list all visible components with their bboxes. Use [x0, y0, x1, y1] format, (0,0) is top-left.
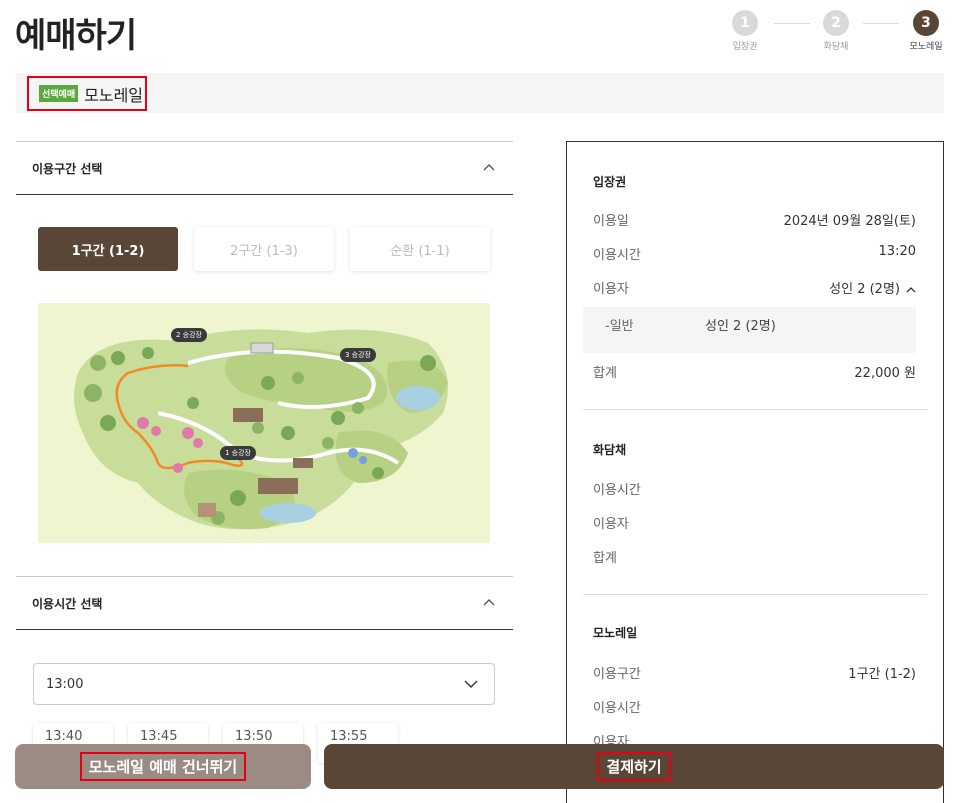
summary-sub-label: -일반	[605, 319, 634, 334]
summary-date-value: 2024년 09월 28일(토)	[783, 214, 916, 229]
pay-label: 결제하기	[597, 752, 671, 781]
time-section-header[interactable]: 이용시간 선택	[16, 576, 513, 630]
summary-hwadamchae-user-label: 이용자	[593, 517, 629, 532]
summary-monorail-time-label: 이용시간	[593, 701, 641, 716]
station-marker-1: 1 승강장	[220, 446, 256, 460]
step-hwadamchae: 2 화담채	[806, 10, 866, 52]
step-label: 모노레일	[909, 42, 943, 52]
summary-user-label: 이용자	[593, 282, 629, 297]
summary-monorail-route-label: 이용구간	[593, 667, 641, 682]
summary-hwadamchae-total-label: 합계	[593, 551, 617, 566]
summary-hwadamchae-time-label: 이용시간	[593, 483, 641, 498]
page-title: 예매하기	[15, 16, 137, 56]
map-illustration	[74, 329, 448, 530]
station-marker-3: 3 승강장	[340, 348, 376, 362]
zone-button-1[interactable]: 1구간 (1-2)	[38, 227, 178, 271]
chevron-up-icon[interactable]	[483, 597, 495, 609]
step-connector	[863, 23, 899, 24]
time-select-value: 13:00	[46, 677, 84, 692]
step-admission: 1 입장권	[715, 10, 775, 52]
summary-user-toggle[interactable]: 성인 2 (2명)	[829, 278, 916, 297]
summary-time-label: 이용시간	[593, 248, 641, 263]
zone-button-2[interactable]: 2구간 (1-3)	[194, 227, 334, 271]
summary-total-value: 22,000 원	[854, 366, 916, 381]
summary-date-label: 이용일	[593, 214, 629, 229]
step-number: 2	[823, 10, 849, 36]
summary-user-value: 성인 2 (2명)	[829, 282, 900, 297]
divider	[583, 409, 927, 410]
selected-product-name: 모노레일	[84, 85, 144, 105]
station-marker-2: 2 승강장	[171, 328, 207, 342]
step-monorail: 3 모노레일	[896, 10, 956, 52]
summary-hwadamchae-title: 화담채	[593, 443, 627, 457]
monorail-map: 2 승강장 3 승강장 1 승강장	[38, 303, 490, 543]
zone-button-loop[interactable]: 순환 (1-1)	[350, 227, 490, 271]
skip-monorail-label: 모노레일 예매 건너뛰기	[79, 752, 247, 781]
divider	[583, 594, 927, 595]
route-section-header[interactable]: 이용구간 선택	[16, 141, 513, 195]
summary-monorail-title: 모노레일	[593, 626, 638, 640]
time-select[interactable]: 13:00	[33, 663, 495, 705]
route-section-title: 이용구간 선택	[32, 162, 103, 176]
summary-monorail-route-value: 1구간 (1-2)	[848, 667, 916, 682]
step-label: 화담채	[823, 42, 849, 52]
pay-button[interactable]: 결제하기	[324, 744, 944, 789]
summary-user-detail: -일반 성인 2 (2명)	[583, 307, 916, 353]
order-summary-panel: 입장권 이용일 2024년 09월 28일(토) 이용시간 13:20 이용자 …	[566, 141, 944, 803]
time-section-title: 이용시간 선택	[32, 597, 103, 611]
summary-total-label: 합계	[593, 366, 617, 381]
chevron-up-icon[interactable]	[483, 162, 495, 174]
step-connector	[774, 23, 810, 24]
step-number: 1	[732, 10, 758, 36]
selected-product-bar: 선택예매 모노레일	[16, 73, 944, 113]
skip-monorail-button[interactable]: 모노레일 예매 건너뛰기	[15, 744, 311, 789]
step-number: 3	[913, 10, 939, 36]
step-label: 입장권	[732, 42, 758, 52]
summary-time-value: 13:20	[878, 244, 916, 259]
selected-product: 선택예매 모노레일	[27, 76, 147, 111]
step-progress: 1 입장권 2 화담채 3 모노레일	[720, 10, 956, 56]
chevron-down-icon	[464, 680, 478, 688]
summary-admission-title: 입장권	[593, 175, 627, 189]
summary-sub-value: 성인 2 (2명)	[705, 319, 776, 334]
chevron-up-icon	[906, 287, 916, 293]
selected-badge: 선택예매	[39, 85, 79, 102]
